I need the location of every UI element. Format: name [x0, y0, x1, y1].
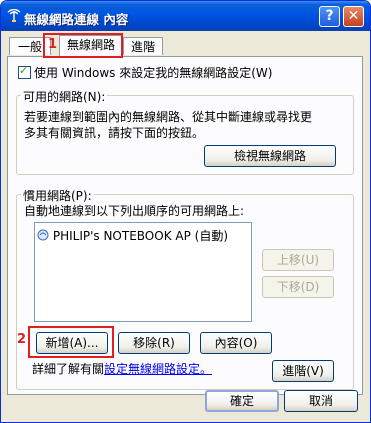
wireless-network-icon [37, 229, 49, 241]
available-networks-label: 可用的網路(N): [21, 88, 108, 105]
window-title: 無線網路連線 內容 [24, 12, 129, 27]
preferred-networks-list[interactable]: PHILIP's NOTEBOOK AP (自動) [34, 222, 252, 322]
list-item[interactable]: PHILIP's NOTEBOOK AP (自動) [37, 227, 228, 243]
add-button[interactable]: 新增(A)... [36, 332, 108, 354]
close-button[interactable]: ✕ [343, 6, 364, 27]
cancel-button[interactable]: 取消 [284, 390, 358, 412]
tab-wireless-networks[interactable]: 無線網路 [59, 35, 123, 57]
network-connection-icon [7, 9, 21, 22]
use-windows-label[interactable]: 使用 Windows 來設定我的無線網路設定(W) [34, 64, 272, 81]
annotation-number-1: 1 [48, 37, 58, 52]
remove-button[interactable]: 移除(R) [118, 332, 190, 354]
available-networks-desc-line1: 若要連線到範圍內的無線網路、從其中斷連線或尋找更 [24, 110, 313, 124]
tab-panel: 使用 Windows 來設定我的無線網路設定(W) 可用的網路(N): 若要連線… [7, 56, 363, 395]
learn-more-text: 詳細了解有關設定無線網路設定。 [32, 360, 212, 377]
view-wireless-networks-button[interactable]: 檢視無線網路 [204, 145, 336, 167]
ok-button[interactable]: 確定 [205, 390, 279, 412]
learn-more-link[interactable]: 設定無線網路設定。 [104, 362, 212, 376]
properties-button[interactable]: 內容(O) [200, 332, 272, 354]
tab-general[interactable]: 一般 [9, 37, 51, 55]
dialog-content: 一般 無線網路 進階 1 使用 Windows 來設定我的無線網路設定(W) 可… [5, 31, 366, 418]
annotation-number-2: 2 [17, 332, 27, 347]
preferred-networks-desc: 自動地連線到以下列出順序的可用網路上: [24, 204, 245, 218]
available-networks-desc-line2: 多其有關資訊，請按下面的按鈕。 [24, 126, 205, 140]
help-button[interactable]: ? [319, 6, 340, 27]
move-down-button[interactable]: 下移(D) [262, 276, 334, 298]
tab-advanced[interactable]: 進階 [123, 37, 163, 55]
learn-more-prefix: 詳細了解有關 [32, 362, 105, 376]
network-name: PHILIP's NOTEBOOK AP (自動) [52, 229, 229, 243]
use-windows-checkbox[interactable] [18, 64, 31, 79]
move-up-button[interactable]: 上移(U) [262, 249, 334, 271]
properties-dialog: 無線網路連線 內容 ? ✕ 一般 無線網路 進階 1 使用 Windows 來設… [0, 0, 371, 423]
advanced-button[interactable]: 進階(V) [272, 360, 334, 382]
title-bar[interactable]: 無線網路連線 內容 ? ✕ [1, 1, 370, 31]
